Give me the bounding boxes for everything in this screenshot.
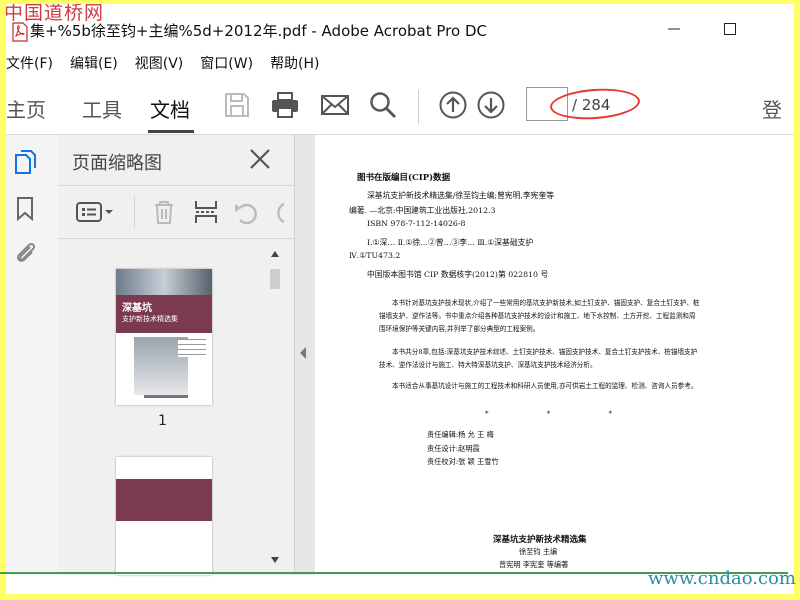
- bookmark-icon[interactable]: [12, 195, 38, 221]
- email-icon[interactable]: [320, 90, 350, 120]
- minimize-button[interactable]: [652, 14, 696, 44]
- left-navigation-rail: [6, 135, 59, 575]
- main-toolbar: 主页 工具 文档 / 284 登: [6, 78, 794, 135]
- page-thumbnails-icon[interactable]: [12, 149, 38, 175]
- thumbnail-toolbar: [58, 185, 294, 239]
- page-thumbnail-2[interactable]: [116, 457, 212, 575]
- thumbnail-options-icon[interactable]: [74, 198, 116, 226]
- menu-window[interactable]: 窗口(W): [200, 53, 253, 73]
- document-page: 图书在版编目(CIP)数据 深基坑支护新技术精选集/徐至钧主编;曾宪明,李宪奎等…: [315, 135, 794, 575]
- acrobat-window: 集+%5b徐至钧+主编%5d+2012年.pdf - Adobe Acrobat…: [6, 4, 794, 594]
- page-up-icon[interactable]: [438, 90, 468, 120]
- cover-band: [116, 479, 212, 521]
- thumbnail-label: 1: [158, 413, 167, 429]
- active-tab-indicator: [148, 130, 194, 133]
- panel-separator: [134, 196, 135, 228]
- collapse-panel-icon[interactable]: [298, 346, 308, 360]
- minimize-icon: [668, 28, 680, 30]
- rotate-left-icon[interactable]: [232, 198, 260, 226]
- cip-line: 编著. —北京:中国建筑工业出版社,2012.3: [349, 206, 496, 215]
- book-title: 深基坑支护新技术精选集: [493, 535, 587, 545]
- menu-bar: 文件(F) 编辑(E) 视图(V) 窗口(W) 帮助(H): [6, 48, 794, 78]
- delete-icon[interactable]: [150, 198, 178, 226]
- toolbar-separator: [418, 90, 419, 124]
- credit-line: 责任编辑:杨 允 王 梅: [427, 430, 494, 439]
- page-down-icon[interactable]: [476, 90, 506, 120]
- description-paragraph: 本书适合从事基坑设计与施工的工程技术和科研人员使用,亦可供岩土工程的监理、检测、…: [392, 382, 698, 390]
- maximize-icon: [724, 23, 736, 35]
- sign-in-link[interactable]: 登: [762, 94, 782, 123]
- attachment-icon[interactable]: [12, 239, 38, 265]
- tab-tools[interactable]: 工具: [82, 94, 122, 123]
- book-editor: 徐至钧 主编: [519, 547, 558, 556]
- site-watermark-top: 中国道桥网: [6, 4, 105, 24]
- page-thumbnail-1[interactable]: 深基坑 支护新技术精选集: [116, 269, 212, 405]
- print-icon[interactable]: [270, 90, 300, 120]
- cover-authors: [178, 339, 206, 357]
- menu-view[interactable]: 视图(V): [135, 53, 184, 73]
- cip-line: 中国版本图书馆 CIP 数据核字(2012)第 022810 号: [367, 270, 549, 279]
- cip-title: 图书在版编目(CIP)数据: [357, 173, 451, 183]
- document-viewport[interactable]: 图书在版编目(CIP)数据 深基坑支护新技术精选集/徐至钧主编;曾宪明,李宪奎等…: [294, 135, 794, 575]
- cover-title: 深基坑: [122, 303, 152, 314]
- search-icon[interactable]: [368, 90, 398, 120]
- cover-photo: [116, 269, 212, 295]
- book-coauthors: 曾宪明 李宪奎 等编著: [499, 560, 569, 569]
- cip-line: ISBN 978-7-112-14026-8: [367, 219, 466, 228]
- menu-file[interactable]: 文件(F): [6, 53, 53, 73]
- description-paragraph: 本书共分8章,包括:深基坑支护技术综述、土钉支护技术、锚固支护技术、复合土钉支护…: [379, 348, 698, 369]
- insert-page-icon[interactable]: [192, 198, 220, 226]
- close-icon[interactable]: [248, 147, 272, 171]
- thumbnail-scrollbar[interactable]: [268, 247, 282, 567]
- cip-line: Ⅳ.①TU473.2: [349, 251, 401, 260]
- cip-line: Ⅰ.①深… Ⅱ.①徐…②曾…③李… Ⅲ.①深基础支护: [367, 238, 534, 247]
- menu-edit[interactable]: 编辑(E): [70, 53, 118, 73]
- pdf-file-icon: [12, 22, 28, 42]
- cover-subtitle: 支护新技术精选集: [122, 315, 178, 323]
- separator-stars: * * *: [485, 410, 640, 418]
- panel-title: 页面缩略图: [72, 153, 162, 174]
- credit-line: 责任校对:张 颖 王雪竹: [427, 457, 499, 466]
- tab-home[interactable]: 主页: [6, 94, 46, 123]
- site-watermark-bottom: www.cndao.com: [648, 568, 796, 589]
- cover-publisher: [144, 395, 188, 398]
- credit-line: 责任设计:赵明霞: [427, 444, 480, 453]
- title-bar: 集+%5b徐至钧+主编%5d+2012年.pdf - Adobe Acrobat…: [6, 4, 794, 48]
- tab-document[interactable]: 文档: [150, 94, 190, 123]
- maximize-button[interactable]: [708, 14, 752, 44]
- rotate-right-icon[interactable]: [268, 198, 288, 226]
- page-thumbnails-panel: 页面缩略图 深基坑 支护新技术精选集 1: [58, 135, 294, 575]
- menu-help[interactable]: 帮助(H): [270, 53, 319, 73]
- description-paragraph: 本书针对基坑支护技术现状,介绍了一些常用的基坑支护新技术,如土钉支护、锚固支护、…: [379, 299, 700, 333]
- cip-line: 深基坑支护新技术精选集/徐至钧主编;曾宪明,李宪奎等: [367, 191, 555, 200]
- save-icon[interactable]: [222, 90, 252, 120]
